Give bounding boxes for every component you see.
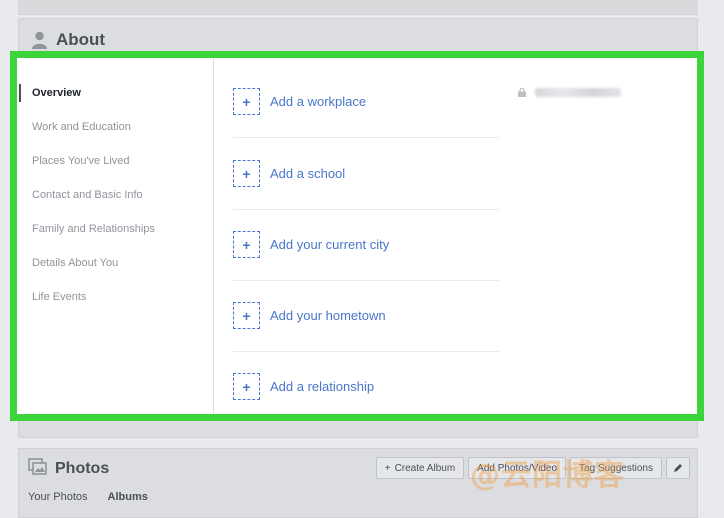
plus-icon: + <box>233 302 260 329</box>
plus-icon: + <box>384 462 391 474</box>
photos-title: Photos <box>55 460 110 477</box>
private-info <box>517 88 621 97</box>
tab-your-photos[interactable]: Your Photos <box>28 491 88 503</box>
add-school-link[interactable]: + Add a school <box>233 138 499 209</box>
sidebar-item-contact-info[interactable]: Contact and Basic Info <box>17 186 143 204</box>
add-relationship-link[interactable]: + Add a relationship <box>233 351 499 422</box>
photos-icon <box>28 457 48 481</box>
sidebar-item-work-education[interactable]: Work and Education <box>17 118 131 136</box>
sidebar-item-label: Work and Education <box>32 121 131 133</box>
sidebar-item-life-events[interactable]: Life Events <box>17 288 86 306</box>
plus-icon: + <box>233 88 260 115</box>
add-item-label: Add your hometown <box>270 308 386 323</box>
lock-icon <box>518 88 526 97</box>
plus-icon: + <box>233 231 260 258</box>
about-header: About <box>31 27 105 53</box>
add-hometown-link[interactable]: + Add your hometown <box>233 280 499 351</box>
sidebar-item-label: Overview <box>32 87 81 99</box>
tab-albums[interactable]: Albums <box>108 491 148 503</box>
person-icon <box>31 31 48 49</box>
plus-icon: + <box>233 373 260 400</box>
sidebar-item-label: Places You've Lived <box>32 155 130 167</box>
sidebar-item-family-relationships[interactable]: Family and Relationships <box>17 220 155 238</box>
sidebar-item-label: Contact and Basic Info <box>32 189 143 201</box>
watermark: @云阳博客 <box>470 458 625 493</box>
about-sidebar: Overview Work and Education Places You'v… <box>17 58 214 414</box>
sidebar-item-label: Life Events <box>32 291 87 303</box>
button-label: Create Album <box>394 462 456 474</box>
create-album-button[interactable]: + Create Album <box>375 457 465 479</box>
blurred-info <box>535 88 621 97</box>
add-item-label: Add a workplace <box>270 94 367 109</box>
add-current-city-link[interactable]: + Add your current city <box>233 209 499 280</box>
pencil-icon <box>674 464 682 472</box>
sidebar-item-overview[interactable]: Overview <box>17 84 81 102</box>
sidebar-item-label: Family and Relationships <box>32 223 155 235</box>
photos-tabs: Your Photos Albums <box>28 491 148 503</box>
about-panel-highlight: Overview Work and Education Places You'v… <box>10 51 704 421</box>
sidebar-item-places-lived[interactable]: Places You've Lived <box>17 152 130 170</box>
sidebar-item-label: Details About You <box>32 257 119 269</box>
edit-button[interactable] <box>666 457 690 479</box>
about-title: About <box>56 30 106 49</box>
photos-header: Photos <box>28 457 109 481</box>
add-item-label: Add a school <box>270 166 346 181</box>
sidebar-item-details-about-you[interactable]: Details About You <box>17 254 118 272</box>
add-item-label: Add a relationship <box>270 379 375 394</box>
previous-card-edge <box>18 0 698 15</box>
plus-icon: + <box>233 160 260 187</box>
add-workplace-link[interactable]: + Add a workplace <box>233 66 499 137</box>
add-item-label: Add your current city <box>270 237 390 252</box>
